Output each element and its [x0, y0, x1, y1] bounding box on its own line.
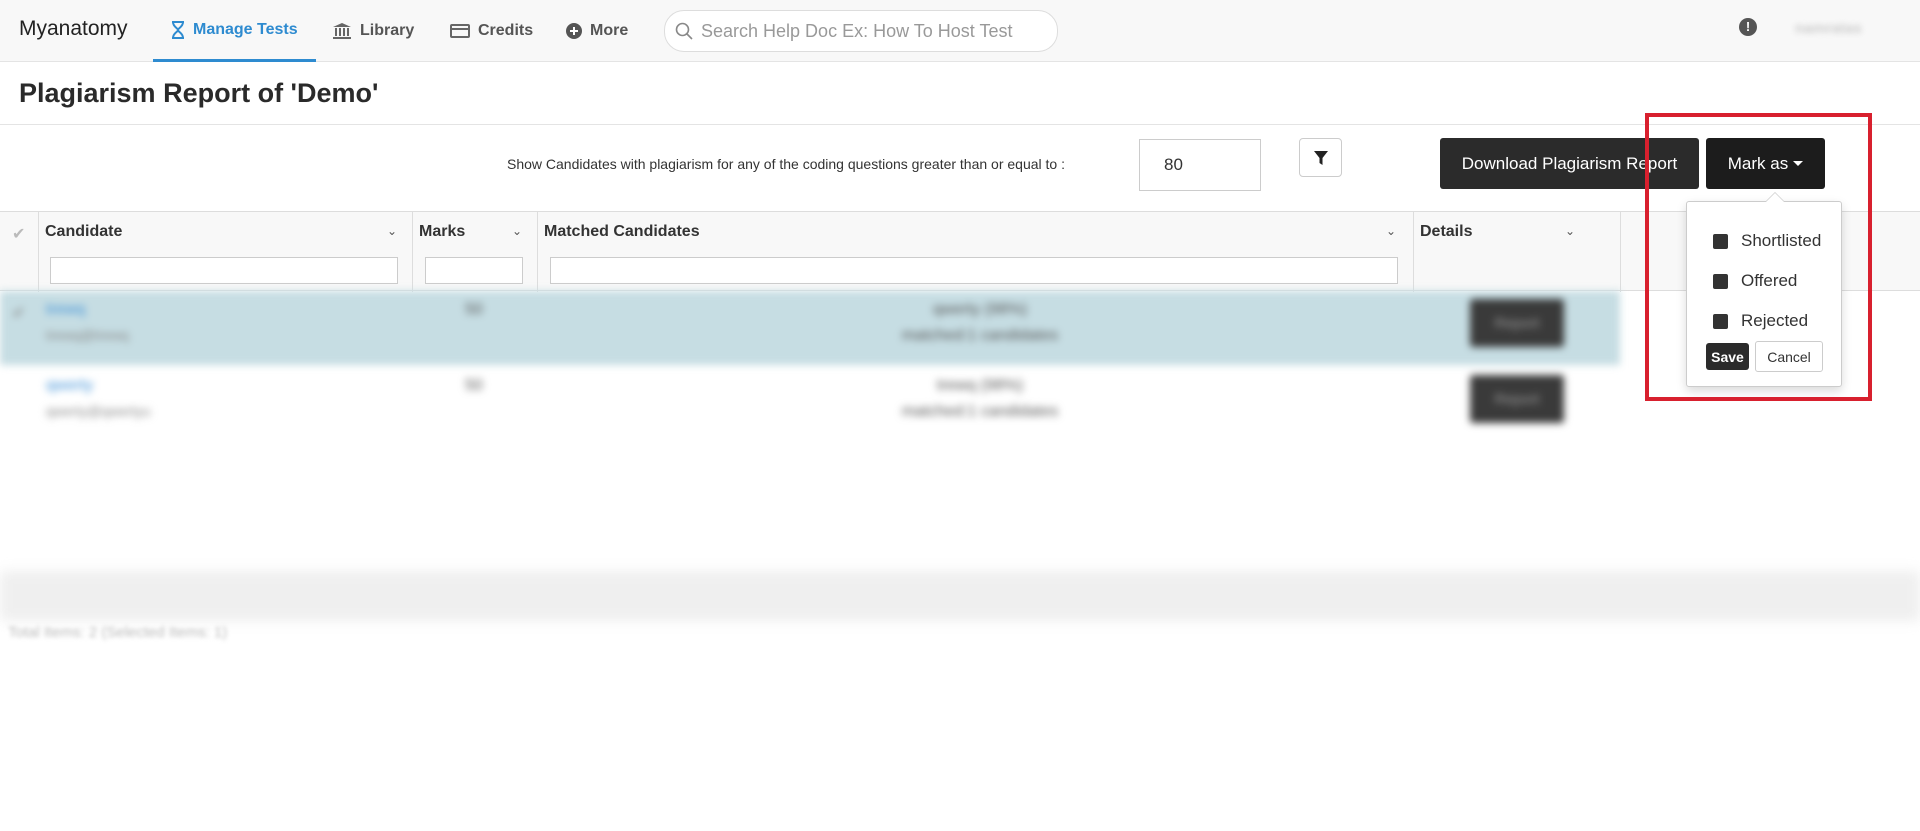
user-menu[interactable]: namratas	[1795, 20, 1862, 37]
candidate-name-link[interactable]: trewq	[46, 301, 85, 319]
nav-credits-label: Credits	[478, 22, 534, 39]
matched-count: matched:1 candidates	[901, 403, 1059, 420]
threshold-label: Show Candidates with plagiarism for any …	[507, 156, 1065, 172]
checkmark-icon: ✔	[12, 226, 26, 243]
marks-value: 50	[465, 301, 483, 318]
column-matched-label: Matched Candidates	[544, 223, 700, 240]
column-candidate[interactable]: Candidate ⌄	[39, 212, 413, 292]
matched-filter-input[interactable]	[550, 257, 1398, 284]
grid-footer	[0, 571, 1920, 621]
grid-rows: ✔ trewq trewq@trewq 50 qwerty (98%) matc…	[0, 291, 1920, 571]
table-row[interactable]: qwerty qwerty@qwertyu 50 trewq (98%) mat…	[0, 367, 1620, 441]
matched-count: matched:1 candidates	[901, 327, 1059, 344]
column-details[interactable]: Details ⌄	[1414, 212, 1621, 292]
bank-icon	[333, 23, 351, 39]
marks-filter-input[interactable]	[425, 257, 523, 284]
column-candidate-label: Candidate	[45, 223, 123, 240]
highlight-box	[1645, 113, 1872, 401]
total-items: Total Items: 2 (Selected Items: 1)	[8, 624, 228, 641]
column-details-label: Details	[1420, 223, 1473, 240]
brand-logo[interactable]: Myanatomy	[19, 17, 128, 41]
report-button[interactable]: Report	[1470, 375, 1564, 423]
candidates-grid: ✔ Candidate ⌄ Marks ⌄ Matched Candidates…	[0, 211, 1920, 621]
search-input[interactable]	[701, 20, 1041, 42]
nav-manage-tests[interactable]: Manage Tests	[153, 0, 316, 62]
row-check-icon[interactable]: ✔	[12, 303, 25, 323]
hourglass-icon	[172, 20, 184, 39]
nav-library-label: Library	[360, 22, 415, 39]
nav-library[interactable]: Library	[332, 0, 414, 62]
matched-candidate: qwerty (98%)	[932, 301, 1028, 318]
divider	[0, 124, 1920, 125]
nav-more-label: More	[590, 22, 629, 39]
column-marks-label: Marks	[419, 223, 466, 240]
apply-filter-button[interactable]	[1299, 138, 1342, 177]
chevron-down-icon[interactable]: ⌄	[387, 224, 397, 238]
grid-header: ✔ Candidate ⌄ Marks ⌄ Matched Candidates…	[0, 211, 1920, 292]
chevron-down-icon[interactable]: ⌄	[1386, 224, 1396, 238]
column-marks[interactable]: Marks ⌄	[413, 212, 538, 292]
info-icon[interactable]: !	[1739, 18, 1757, 36]
marks-value: 50	[465, 377, 483, 394]
nav-credits[interactable]: Credits	[450, 0, 533, 62]
candidate-email: qwerty@qwertyu	[46, 403, 151, 419]
column-matched-candidates[interactable]: Matched Candidates ⌄	[538, 212, 1414, 292]
candidate-name-link[interactable]: qwerty	[46, 377, 93, 395]
search-icon	[675, 22, 693, 40]
nav-manage-tests-label: Manage Tests	[193, 20, 298, 38]
candidate-email: trewq@trewq	[46, 327, 129, 343]
chevron-down-icon[interactable]: ⌄	[512, 224, 522, 238]
page-title: Plagiarism Report of 'Demo'	[19, 78, 379, 108]
filter-icon	[1313, 150, 1328, 165]
nav-more[interactable]: More	[566, 0, 628, 62]
credit-card-icon	[450, 24, 470, 38]
matched-candidate: trewq (98%)	[936, 377, 1024, 394]
plus-circle-icon	[566, 23, 582, 39]
table-row[interactable]: ✔ trewq trewq@trewq 50 qwerty (98%) matc…	[0, 291, 1620, 365]
threshold-input[interactable]	[1139, 139, 1261, 191]
select-all-cell[interactable]: ✔	[0, 212, 39, 292]
top-navbar: Myanatomy Manage Tests Library Credits M…	[0, 0, 1920, 62]
candidate-filter-input[interactable]	[50, 257, 398, 284]
help-search[interactable]	[664, 10, 1058, 52]
report-button[interactable]: Report	[1470, 299, 1564, 347]
chevron-down-icon[interactable]: ⌄	[1565, 224, 1575, 238]
